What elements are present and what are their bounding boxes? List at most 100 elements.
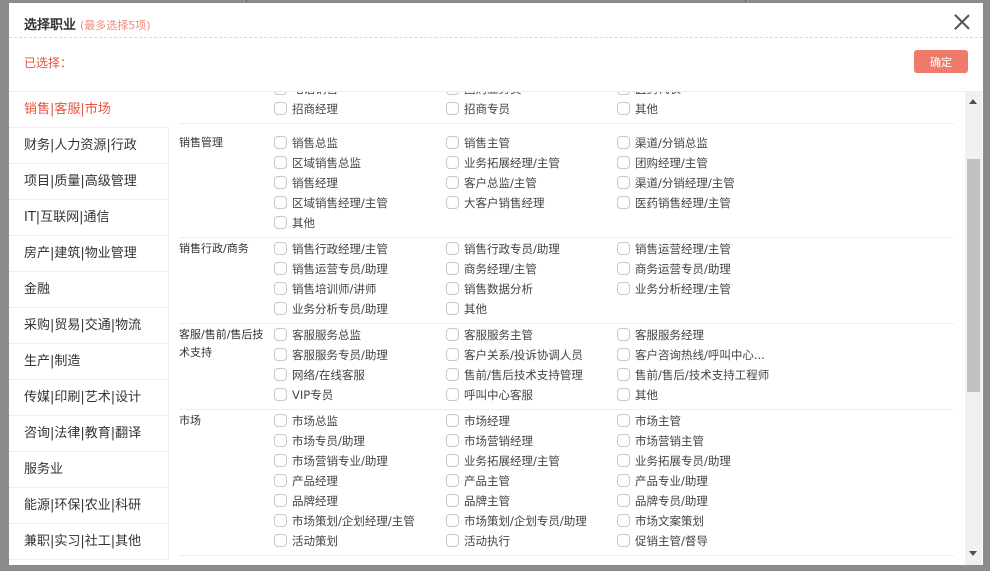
- checkbox-icon[interactable]: [274, 368, 287, 381]
- occupation-option[interactable]: 招商经理: [274, 100, 338, 118]
- occupation-option[interactable]: 渠道/分销经理/主管: [617, 174, 735, 192]
- checkbox-icon[interactable]: [617, 136, 630, 149]
- checkbox-icon[interactable]: [446, 302, 459, 315]
- occupation-option[interactable]: 市场文案策划: [617, 512, 704, 530]
- occupation-option[interactable]: 销售总监: [274, 134, 338, 152]
- occupation-option[interactable]: 市场总监: [274, 412, 338, 430]
- occupation-option[interactable]: 产品经理: [274, 472, 338, 490]
- checkbox-icon[interactable]: [274, 348, 287, 361]
- scrollbar[interactable]: [965, 92, 982, 565]
- sidebar-item[interactable]: 采购|贸易|交通|物流: [9, 308, 169, 344]
- checkbox-icon[interactable]: [617, 474, 630, 487]
- checkbox-icon[interactable]: [446, 92, 459, 95]
- occupation-option[interactable]: 销售培训师/讲师: [274, 280, 376, 298]
- occupation-option[interactable]: 医药代表: [617, 92, 681, 98]
- occupation-option[interactable]: 市场经理: [446, 412, 510, 430]
- occupation-option[interactable]: 售前/售后技术支持管理: [446, 366, 583, 384]
- checkbox-icon[interactable]: [446, 454, 459, 467]
- checkbox-icon[interactable]: [617, 534, 630, 547]
- sidebar-item[interactable]: 销售|客服|市场: [9, 92, 169, 128]
- occupation-option[interactable]: 渠道/分销总监: [617, 134, 708, 152]
- occupation-option[interactable]: 客服服务专员/助理: [274, 346, 388, 364]
- occupation-option[interactable]: 促销主管/督导: [617, 532, 708, 550]
- checkbox-icon[interactable]: [617, 348, 630, 361]
- occupation-option[interactable]: 业务拓展专员/助理: [617, 452, 731, 470]
- checkbox-icon[interactable]: [274, 414, 287, 427]
- checkbox-icon[interactable]: [617, 328, 630, 341]
- occupation-option[interactable]: 销售经理: [274, 174, 338, 192]
- checkbox-icon[interactable]: [274, 102, 287, 115]
- checkbox-icon[interactable]: [274, 262, 287, 275]
- occupation-option[interactable]: 销售运营专员/助理: [274, 260, 388, 278]
- sidebar-item[interactable]: 服务业: [9, 452, 169, 488]
- checkbox-icon[interactable]: [617, 494, 630, 507]
- checkbox-icon[interactable]: [617, 282, 630, 295]
- checkbox-icon[interactable]: [446, 434, 459, 447]
- occupation-option[interactable]: 商务运营专员/助理: [617, 260, 731, 278]
- occupation-option[interactable]: 销售数据分析: [446, 280, 533, 298]
- occupation-option[interactable]: 大客户销售经理: [446, 194, 545, 212]
- occupation-option[interactable]: 客服服务经理: [617, 326, 704, 344]
- occupation-option[interactable]: 其他: [274, 214, 315, 232]
- checkbox-icon[interactable]: [274, 494, 287, 507]
- checkbox-icon[interactable]: [446, 282, 459, 295]
- sidebar-item[interactable]: 金融: [9, 272, 169, 308]
- checkbox-icon[interactable]: [617, 92, 630, 95]
- sidebar-item[interactable]: IT|互联网|通信: [9, 200, 169, 236]
- sidebar-item[interactable]: 生产|制造: [9, 344, 169, 380]
- checkbox-icon[interactable]: [617, 434, 630, 447]
- close-icon[interactable]: [953, 13, 971, 31]
- sidebar-item[interactable]: 兼职|实习|社工|其他: [9, 524, 169, 560]
- checkbox-icon[interactable]: [446, 176, 459, 189]
- occupation-option[interactable]: 客服服务主管: [446, 326, 533, 344]
- occupation-option[interactable]: 品牌专员/助理: [617, 492, 708, 510]
- checkbox-icon[interactable]: [446, 474, 459, 487]
- checkbox-icon[interactable]: [617, 414, 630, 427]
- checkbox-icon[interactable]: [446, 494, 459, 507]
- occupation-option[interactable]: 活动策划: [274, 532, 338, 550]
- occupation-option[interactable]: 市场策划/企划经理/主管: [274, 512, 415, 530]
- checkbox-icon[interactable]: [274, 388, 287, 401]
- occupation-option[interactable]: 业务分析经理/主管: [617, 280, 731, 298]
- checkbox-icon[interactable]: [274, 434, 287, 447]
- checkbox-icon[interactable]: [617, 368, 630, 381]
- checkbox-icon[interactable]: [274, 216, 287, 229]
- occupation-option[interactable]: 市场专员/助理: [274, 432, 365, 450]
- occupation-option[interactable]: 销售行政专员/助理: [446, 240, 560, 258]
- checkbox-icon[interactable]: [446, 262, 459, 275]
- checkbox-icon[interactable]: [617, 156, 630, 169]
- checkbox-icon[interactable]: [274, 176, 287, 189]
- checkbox-icon[interactable]: [274, 454, 287, 467]
- checkbox-icon[interactable]: [274, 242, 287, 255]
- occupation-option[interactable]: 市场营销主管: [617, 432, 704, 450]
- checkbox-icon[interactable]: [617, 102, 630, 115]
- occupation-option[interactable]: 市场营销经理: [446, 432, 533, 450]
- occupation-option[interactable]: 医药销售经理/主管: [617, 194, 731, 212]
- checkbox-icon[interactable]: [446, 368, 459, 381]
- checkbox-icon[interactable]: [617, 176, 630, 189]
- checkbox-icon[interactable]: [446, 388, 459, 401]
- occupation-option[interactable]: VIP专员: [274, 386, 333, 404]
- occupation-option[interactable]: 呼叫中心客服: [446, 386, 533, 404]
- checkbox-icon[interactable]: [274, 196, 287, 209]
- occupation-option[interactable]: 产品专业/助理: [617, 472, 708, 490]
- checkbox-icon[interactable]: [446, 514, 459, 527]
- checkbox-icon[interactable]: [446, 102, 459, 115]
- scroll-up-icon[interactable]: [969, 99, 977, 104]
- occupation-option[interactable]: 客户总监/主管: [446, 174, 537, 192]
- occupation-option[interactable]: 业务拓展经理/主管: [446, 154, 560, 172]
- checkbox-icon[interactable]: [274, 156, 287, 169]
- occupation-option[interactable]: 招商专员: [446, 100, 510, 118]
- occupation-option[interactable]: 品牌经理: [274, 492, 338, 510]
- checkbox-icon[interactable]: [446, 348, 459, 361]
- occupation-option[interactable]: 区域销售总监: [274, 154, 361, 172]
- occupation-option[interactable]: 活动执行: [446, 532, 510, 550]
- checkbox-icon[interactable]: [274, 136, 287, 149]
- occupation-option[interactable]: 业务分析专员/助理: [274, 300, 388, 318]
- checkbox-icon[interactable]: [274, 328, 287, 341]
- occupation-option[interactable]: 其他: [617, 386, 658, 404]
- confirm-button[interactable]: 确定: [914, 50, 968, 73]
- checkbox-icon[interactable]: [274, 474, 287, 487]
- occupation-option[interactable]: 其他: [617, 100, 658, 118]
- checkbox-icon[interactable]: [617, 454, 630, 467]
